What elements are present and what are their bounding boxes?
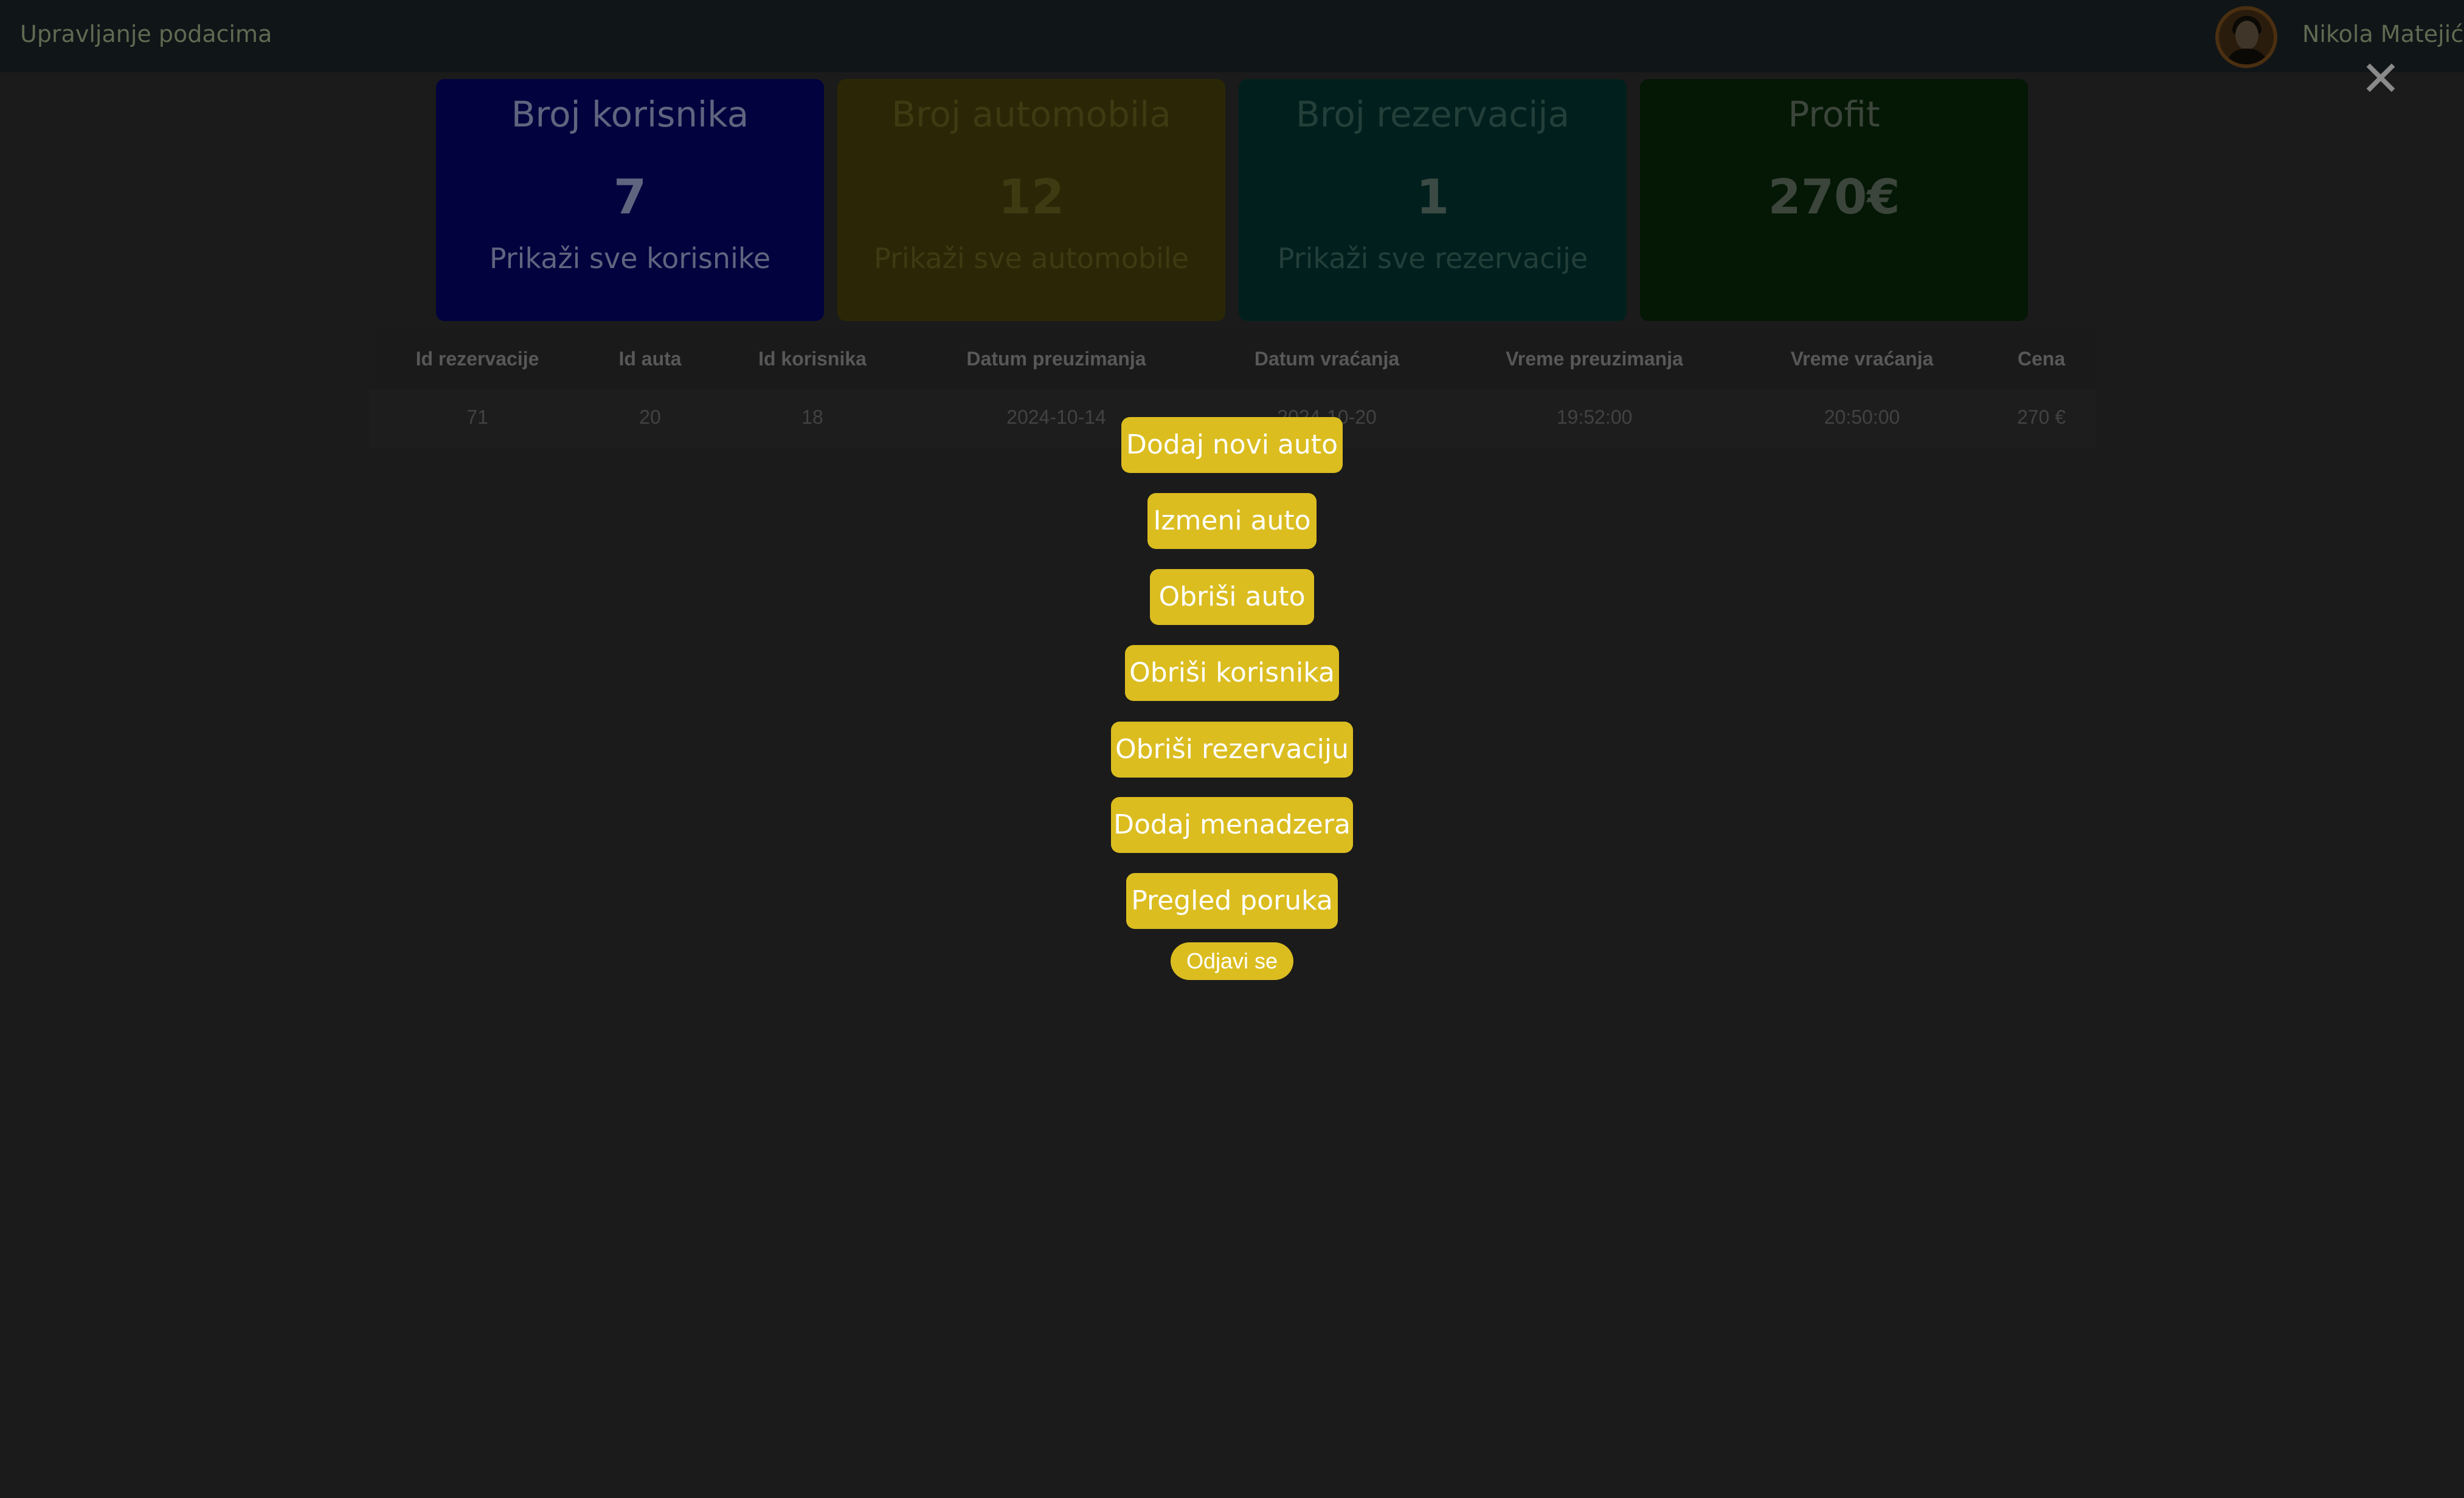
logout-button[interactable]: Odjavi se <box>1171 942 1293 980</box>
stat-card-cars: Broj automobila 12 Prikaži sve automobil… <box>837 79 1225 321</box>
page: Upravljanje podacima Nikola Matejić ✕ Br… <box>0 0 2464 1498</box>
close-icon[interactable]: ✕ <box>2359 55 2402 103</box>
stat-title: Profit <box>1788 94 1880 135</box>
stat-value: 7 <box>613 170 647 225</box>
edit-car-button[interactable]: Izmeni auto <box>1147 493 1317 549</box>
stat-card-users: Broj korisnika 7 Prikaži sve korisnike <box>436 79 824 321</box>
stat-title: Broj korisnika <box>511 94 749 135</box>
stat-value: 12 <box>998 170 1065 225</box>
avatar-face <box>2235 21 2258 50</box>
stat-card-profit: Profit 270€ <box>1640 79 2028 321</box>
stat-value: 270€ <box>1768 170 1900 225</box>
column-header: Datum vraćanja <box>1254 348 1400 370</box>
column-header: Id rezervacije <box>415 348 539 370</box>
show-all-reservations-link[interactable]: Prikaži sve rezervacije <box>1239 242 1627 275</box>
stat-value: 1 <box>1416 170 1450 225</box>
view-messages-button[interactable]: Pregled poruka <box>1126 873 1338 929</box>
column-header: Datum preuzimanja <box>966 348 1146 370</box>
stat-title: Broj rezervacija <box>1295 94 1570 135</box>
stat-card-reservations: Broj rezervacija 1 Prikaži sve rezervaci… <box>1239 79 1627 321</box>
table-cell: 71 <box>466 406 488 428</box>
delete-car-button[interactable]: Obriši auto <box>1150 569 1314 625</box>
stat-title: Broj automobila <box>891 94 1171 135</box>
table-cell: 270 € <box>2016 406 2066 428</box>
user-name[interactable]: Nikola Matejić <box>2302 21 2463 47</box>
column-header: Cena <box>2017 348 2066 370</box>
brand-title[interactable]: Upravljanje podacima <box>20 21 272 47</box>
delete-reservation-button[interactable]: Obriši rezervaciju <box>1111 722 1353 778</box>
add-manager-button[interactable]: Dodaj menadzera <box>1111 797 1353 853</box>
column-header: Vreme preuzimanja <box>1506 348 1683 370</box>
show-all-cars-link[interactable]: Prikaži sve automobile <box>837 242 1225 275</box>
add-car-button[interactable]: Dodaj novi auto <box>1121 417 1343 473</box>
column-header: Id korisnika <box>758 348 867 370</box>
delete-user-button[interactable]: Obriši korisnika <box>1125 645 1339 701</box>
table-cell: 18 <box>801 406 823 428</box>
user-avatar[interactable] <box>2215 6 2277 68</box>
table-cell: 20:50:00 <box>1824 406 1900 428</box>
show-all-users-link[interactable]: Prikaži sve korisnike <box>436 242 824 275</box>
column-header: Vreme vraćanja <box>1790 348 1934 370</box>
column-header: Id auta <box>618 348 682 370</box>
avatar-body <box>2226 49 2268 64</box>
top-navbar: Upravljanje podacima Nikola Matejić <box>0 0 2464 72</box>
table-cell: 20 <box>639 406 661 428</box>
table-cell: 19:52:00 <box>1556 406 1633 428</box>
